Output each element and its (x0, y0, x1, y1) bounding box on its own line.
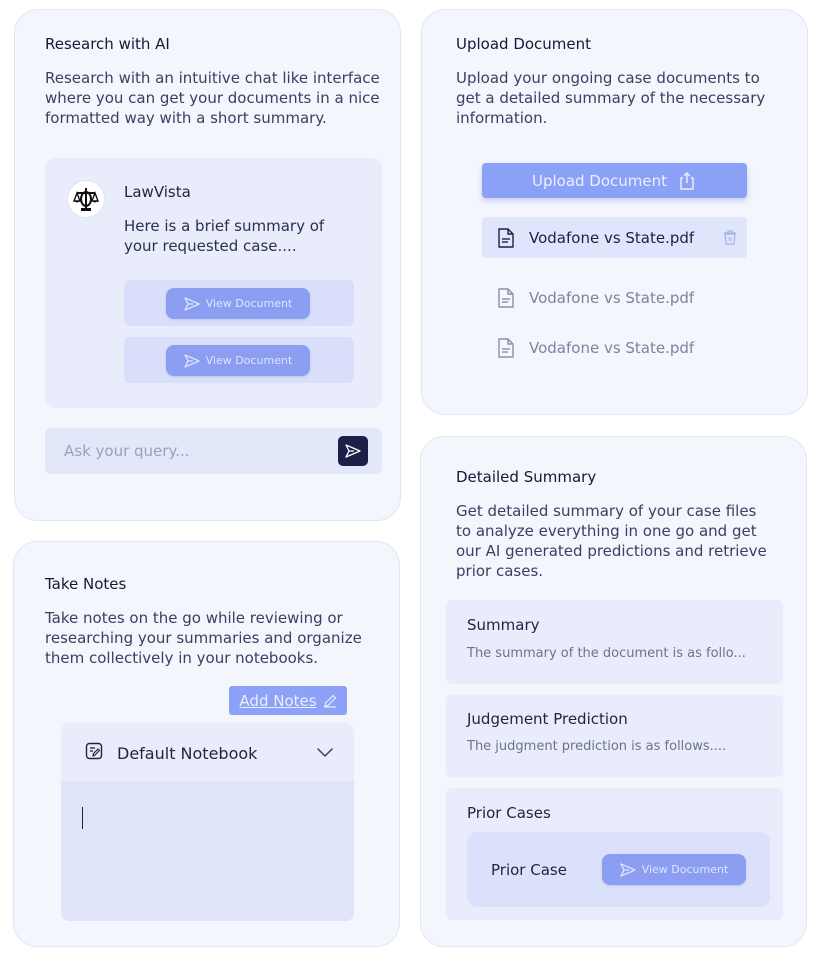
file-item[interactable]: Vodafone vs State.pdf (482, 277, 747, 318)
file-name: Vodafone vs State.pdf (529, 228, 695, 247)
notes-title: Take Notes (45, 575, 127, 593)
summary-block-text: The summary of the document is as follo.… (467, 646, 746, 661)
upload-title: Upload Document (456, 35, 592, 53)
add-notes-button[interactable]: Add Notes (229, 686, 347, 715)
trash-icon[interactable] (723, 230, 737, 249)
notes-description: Take notes on the go while reviewing or … (45, 609, 362, 667)
chat-panel: LawVista Here is a brief summary of your… (45, 158, 382, 408)
view-document-label: View Document (641, 863, 729, 876)
view-document-label: View Document (205, 297, 293, 310)
judgement-prediction-title: Judgement Prediction (467, 710, 628, 728)
text-cursor (82, 807, 83, 829)
prior-case-label: Prior Case (491, 861, 567, 879)
judgement-prediction-block[interactable]: Judgement Prediction The judgment predic… (446, 695, 783, 777)
send-icon (184, 353, 200, 368)
file-icon (495, 227, 517, 249)
chevron-down-icon[interactable] (316, 743, 334, 762)
upload-icon (680, 171, 694, 190)
file-name: Vodafone vs State.pdf (529, 288, 695, 307)
bot-message: Here is a brief summary of your requeste… (124, 217, 325, 255)
summary-block-title: Summary (467, 616, 540, 634)
scales-logo-icon (72, 188, 100, 211)
send-icon (620, 862, 636, 877)
judgement-prediction-text: The judgment prediction is as follows...… (467, 739, 727, 754)
bot-name: LawVista (124, 183, 191, 201)
upload-description: Upload your ongoing case documents to ge… (456, 69, 766, 127)
research-card: Research with AI Research with an intuit… (14, 9, 401, 521)
upload-button-label: Upload Document (531, 171, 668, 190)
file-name: Vodafone vs State.pdf (529, 338, 695, 357)
view-document-button[interactable]: View Document (602, 854, 746, 885)
view-document-label: View Document (205, 354, 293, 367)
view-document-button[interactable]: View Document (166, 345, 310, 376)
prior-cases-title: Prior Cases (467, 804, 551, 822)
bot-avatar (67, 180, 105, 218)
notes-card: Take Notes Take notes on the go while re… (13, 541, 400, 947)
notebook-label: Default Notebook (117, 744, 258, 763)
upload-document-button[interactable]: Upload Document (482, 163, 747, 198)
add-notes-label: Add Notes (239, 691, 317, 710)
summary-block[interactable]: Summary The summary of the document is a… (446, 600, 783, 684)
file-icon (495, 337, 517, 359)
query-box (45, 428, 382, 474)
prior-case-item: Prior Case View Document (467, 832, 770, 907)
prior-cases-block: Prior Cases Prior Case View Document (446, 788, 783, 920)
edit-icon (323, 694, 336, 708)
document-slot: View Document (124, 337, 354, 383)
research-title: Research with AI (45, 35, 170, 53)
upload-card: Upload Document Upload your ongoing case… (421, 9, 808, 415)
send-button[interactable] (338, 436, 368, 466)
query-input[interactable] (45, 428, 335, 474)
notebook-selector[interactable]: Default Notebook (61, 723, 354, 781)
file-item[interactable]: Vodafone vs State.pdf (482, 217, 747, 258)
summary-title: Detailed Summary (456, 468, 597, 486)
file-icon (495, 287, 517, 309)
research-description: Research with an intuitive chat like int… (45, 69, 380, 127)
summary-description: Get detailed summary of your case files … (456, 502, 767, 580)
document-slot: View Document (124, 280, 354, 326)
notebook-icon (85, 742, 103, 764)
send-icon (184, 296, 200, 311)
note-editor[interactable] (61, 781, 354, 921)
send-icon (345, 444, 361, 458)
summary-card: Detailed Summary Get detailed summary of… (420, 436, 807, 947)
file-item[interactable]: Vodafone vs State.pdf (482, 327, 747, 368)
view-document-button[interactable]: View Document (166, 288, 310, 319)
